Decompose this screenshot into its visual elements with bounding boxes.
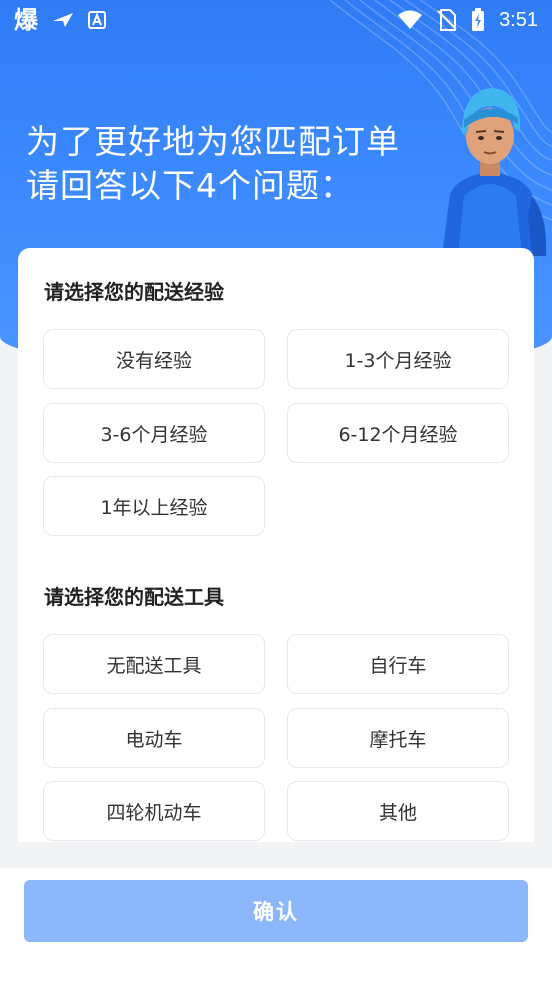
option-1-3-months[interactable]: 1-3个月经验 <box>287 329 509 389</box>
accessibility-a-icon <box>88 11 106 29</box>
bottom-action-bar: 确认 <box>0 868 552 983</box>
confirm-button[interactable]: 确认 <box>24 880 528 942</box>
no-sim-icon <box>437 9 457 31</box>
headline-line-1: 为了更好地为您匹配订单 <box>26 122 400 161</box>
app-screen: 爆 3:51 为了更好地为您匹配订单 请回答以下4个问题： 请选择您的配送经验 … <box>0 0 552 983</box>
wifi-icon <box>397 10 423 30</box>
option-motorcycle[interactable]: 摩托车 <box>287 708 509 768</box>
status-time: 3:51 <box>499 8 538 31</box>
option-over-1-year[interactable]: 1年以上经验 <box>43 476 265 536</box>
status-bar: 爆 3:51 <box>0 0 552 40</box>
rider-mascot-illustration <box>442 88 547 256</box>
app-bao-icon: 爆 <box>14 6 38 34</box>
questionnaire-card: 请选择您的配送经验 没有经验 1-3个月经验 3-6个月经验 6-12个月经验 … <box>18 248 534 842</box>
option-no-experience[interactable]: 没有经验 <box>43 329 265 389</box>
headline-line-2: 请回答以下4个问题： <box>26 166 354 205</box>
page-headline: 为了更好地为您匹配订单 请回答以下4个问题： <box>26 120 446 208</box>
option-6-12-months[interactable]: 6-12个月经验 <box>287 403 509 463</box>
battery-charging-icon <box>471 8 485 32</box>
option-no-tool[interactable]: 无配送工具 <box>43 634 265 694</box>
experience-section-title: 请选择您的配送经验 <box>44 280 224 304</box>
option-e-bike[interactable]: 电动车 <box>43 708 265 768</box>
tool-section-title: 请选择您的配送工具 <box>44 585 224 609</box>
option-bicycle[interactable]: 自行车 <box>287 634 509 694</box>
option-3-6-months[interactable]: 3-6个月经验 <box>43 403 265 463</box>
option-four-wheel-vehicle[interactable]: 四轮机动车 <box>43 781 265 841</box>
send-arrow-icon <box>52 12 74 28</box>
option-other[interactable]: 其他 <box>287 781 509 841</box>
